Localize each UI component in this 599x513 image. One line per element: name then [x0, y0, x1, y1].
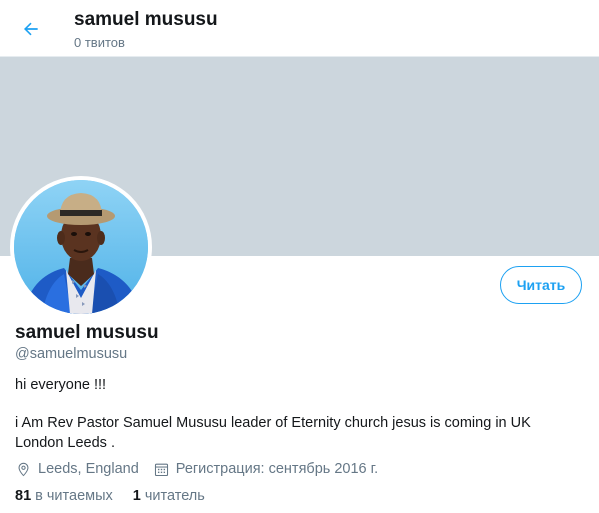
followers-link[interactable]: 1 читатель: [133, 488, 205, 504]
profile-bio: hi everyone !!! i Am Rev Pastor Samuel M…: [15, 375, 575, 453]
bio-line: hi everyone !!!: [15, 377, 107, 393]
profile-joined: Регистрация: сентябрь 2016 г.: [153, 461, 378, 478]
top-bar: samuel mususu 0 твитов: [0, 0, 599, 57]
follow-button[interactable]: Читать: [500, 266, 582, 304]
followers-label: читатель: [144, 488, 205, 504]
following-label: в читаемых: [35, 488, 113, 504]
following-link[interactable]: 81 в читаемых: [15, 488, 113, 504]
avatar-image: [14, 180, 148, 314]
following-count: 81: [15, 488, 32, 504]
follow-stats: 81 в читаемых 1 читатель: [15, 488, 225, 504]
profile-location: Leeds, England: [15, 461, 139, 478]
back-button[interactable]: [12, 10, 50, 48]
calendar-icon: [154, 463, 168, 476]
profile-meta: Leeds, England Регистрация: сентябрь 201…: [15, 459, 392, 479]
profile-page: samuel mususu 0 твитов Читать samuel mus…: [0, 0, 599, 513]
location-pin-icon: [18, 462, 29, 476]
location-text: Leeds, England: [38, 461, 139, 477]
profile-display-name: samuel mususu: [15, 322, 159, 343]
bio-line: i Am Rev Pastor Samuel Mususu leader of …: [15, 415, 531, 451]
avatar[interactable]: [10, 176, 152, 318]
profile-handle: @samuelmususu: [15, 346, 128, 362]
tweet-count: 0 твитов: [74, 35, 125, 50]
arrow-left-icon: [24, 22, 38, 36]
followers-count: 1: [132, 488, 141, 504]
header-title: samuel mususu: [74, 9, 218, 30]
joined-text: Регистрация: сентябрь 2016 г.: [175, 461, 379, 477]
